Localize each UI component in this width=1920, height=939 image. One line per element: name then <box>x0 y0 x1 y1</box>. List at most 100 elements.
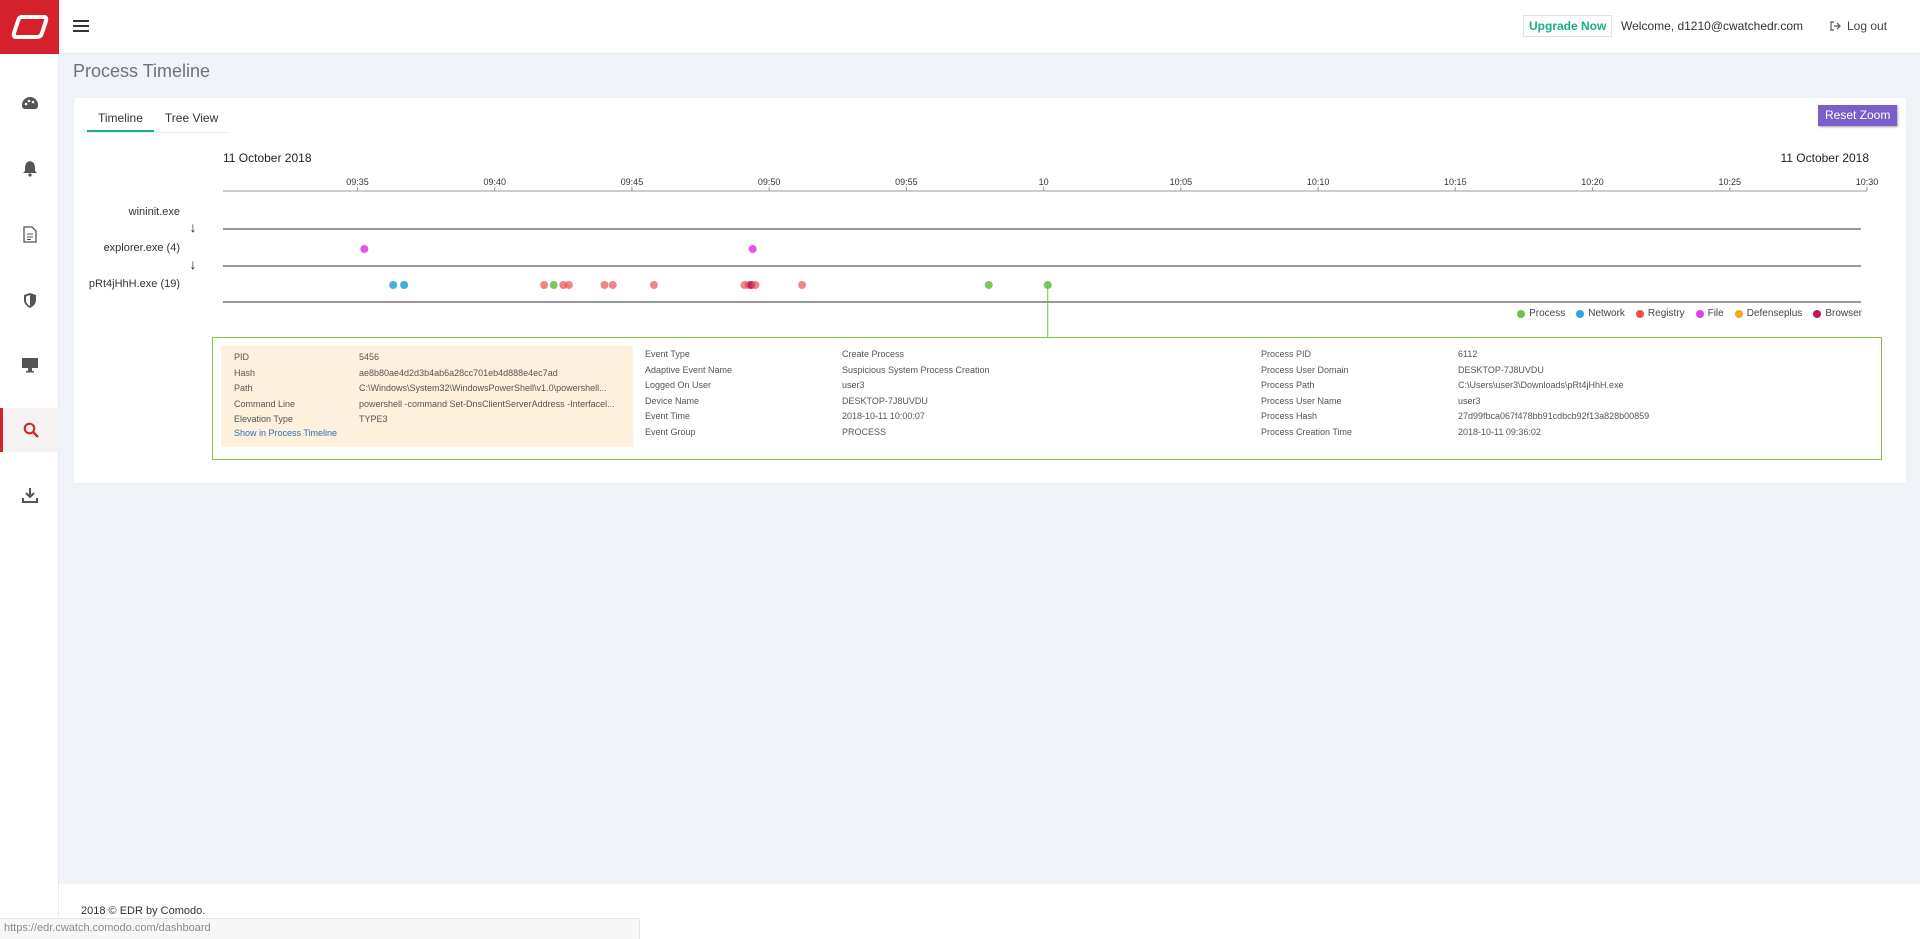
detail-value-link[interactable]: ae8b80ae4d2d3b4ab6a28cc701eb4d888e4ec7ad <box>359 366 558 382</box>
legend-item-network[interactable]: Network <box>1576 308 1625 319</box>
monitor-icon <box>21 358 38 373</box>
detail-row: Path C:\Windows\System32\WindowsPowerShel… <box>234 381 629 397</box>
detail-value: TYPE3 <box>359 414 388 424</box>
sidebar-item-devices[interactable] <box>0 343 59 387</box>
detail-key: Hash <box>234 367 256 378</box>
detail-row: Process Creation Time 2018-10-11 09:36:02 <box>1261 425 1821 441</box>
sidebar-item-alerts[interactable] <box>0 146 59 190</box>
legend-item-browser[interactable]: Browser <box>1813 308 1862 319</box>
detail-value: 6112 <box>1458 349 1478 359</box>
event-dot-process[interactable] <box>984 281 993 289</box>
detail-row: Device Name DESKTOP-7J8UVDU <box>645 394 1105 410</box>
event-details-panel: PID 5456 Hash ae8b80ae4d2d3b4ab6a28cc701eb4… <box>212 337 1882 460</box>
event-dot-file[interactable] <box>360 245 369 253</box>
detail-row: Event Time 2018-10-11 10:00:07 <box>645 409 1105 425</box>
legend-dot <box>1517 309 1526 318</box>
axis-tick-label: 09:35 <box>346 177 369 187</box>
detail-value: DESKTOP-7J8UVDU <box>1458 364 1544 375</box>
axis-tick-label: 09:45 <box>621 177 644 187</box>
axis-tick-label: 10:15 <box>1444 177 1467 187</box>
detail-key: Process User Name <box>1261 395 1342 406</box>
axis-tick-label: 09:55 <box>895 177 918 187</box>
footer-text: 2018 © EDR by Comodo. <box>81 905 206 917</box>
arrow-down-icon: ↓ <box>189 256 197 272</box>
detail-value-link[interactable]: C:\Users\user3\Downloads\pRt4jHhH.exe <box>1458 378 1624 394</box>
detail-value-link[interactable]: 27d99fbca067f478bb91cdbcb92f13a828b00859 <box>1458 409 1649 425</box>
event-dot-process[interactable] <box>549 281 558 289</box>
page-title: Process Timeline <box>73 61 211 81</box>
upgrade-now-button[interactable]: Upgrade Now <box>1523 15 1613 37</box>
event-dot-registry[interactable] <box>649 281 658 289</box>
detail-value: 2018-10-11 09:36:02 <box>1458 426 1541 437</box>
detail-row: Adaptive Event Name Suspicious System Pro… <box>645 363 1105 379</box>
axis-tick-label: 10:25 <box>1719 177 1742 187</box>
logout-button[interactable]: Log out <box>1830 19 1887 33</box>
legend-dot <box>1576 309 1585 318</box>
detail-key: Command Line <box>234 398 296 409</box>
legend-dot <box>1813 309 1822 318</box>
event-dot-registry[interactable] <box>600 281 609 289</box>
comodo-logo[interactable] <box>0 0 59 54</box>
detail-value: user3 <box>1458 395 1481 406</box>
axis-tick-label: 10:20 <box>1581 177 1604 187</box>
detail-key: Process Hash <box>1261 411 1318 421</box>
logo-icon <box>11 15 48 39</box>
legend-label: Defenseplus <box>1746 308 1803 319</box>
bell-icon <box>22 160 37 177</box>
event-dot-registry[interactable] <box>608 281 617 289</box>
detail-value: Suspicious System Process Creation <box>842 364 990 375</box>
legend-item-file[interactable]: File <box>1695 308 1724 319</box>
event-dot-registry[interactable] <box>798 281 807 289</box>
event-dot-registry[interactable] <box>540 281 549 289</box>
row-label-explorer: explorer.exe (4) <box>103 242 180 254</box>
axis-tick-label: 10 <box>1039 177 1049 187</box>
legend-item-registry[interactable]: Registry <box>1635 308 1685 319</box>
detail-row: Command Line powershell -command Set-DnsC… <box>234 397 629 413</box>
detail-row: Process User Domain DESKTOP-7J8UVDU <box>1261 363 1821 379</box>
detail-key: Adaptive Event Name <box>645 364 733 375</box>
show-in-process-timeline-link[interactable]: Show in Process Timeline <box>234 428 337 438</box>
detail-value: 2018-10-11 10:00:07 <box>842 411 925 421</box>
legend-label: Network <box>1588 308 1625 319</box>
logout-icon <box>1830 21 1841 31</box>
timeline-panel: Timeline Tree View Reset Zoom 11 October… <box>73 97 1907 484</box>
logout-label: Log out <box>1847 19 1888 33</box>
legend-item-process[interactable]: Process <box>1517 308 1565 319</box>
axis-tick-label: 09:40 <box>483 177 506 187</box>
top-bar: Upgrade Now Welcome, d1210@cwatchedr.com… <box>0 0 1920 54</box>
welcome-text: Welcome, d1210@cwatchedr.com <box>1621 19 1804 33</box>
detail-row: Hash ae8b80ae4d2d3b4ab6a28cc701eb4d888e4e… <box>234 366 629 382</box>
event-dot-network[interactable] <box>389 281 398 289</box>
legend-dot <box>1695 309 1704 318</box>
detail-row: PID 5456 <box>234 350 629 366</box>
axis-tick-label: 09:50 <box>758 177 781 187</box>
event-dot-network[interactable] <box>400 281 409 289</box>
sidebar-item-downloads[interactable] <box>0 473 59 517</box>
detail-key: Event Group <box>645 426 696 437</box>
event-dot-registry[interactable] <box>751 281 760 289</box>
arrow-down-icon: ↓ <box>189 219 197 235</box>
legend-item-defenseplus[interactable]: Defenseplus <box>1734 308 1803 319</box>
menu-toggle-icon[interactable] <box>73 17 89 37</box>
event-dot-registry[interactable] <box>564 281 573 289</box>
palette-icon <box>21 97 38 109</box>
event-details: Event Type Create Process Adaptive Event N… <box>645 347 1105 440</box>
document-icon <box>22 225 37 243</box>
detail-value-link[interactable]: DESKTOP-7J8UVDU <box>842 394 928 410</box>
detail-key: Process Creation Time <box>1261 426 1353 437</box>
detail-value: Create Process <box>842 349 905 359</box>
detail-value: powershell -command Set-DnsClientServerA… <box>359 398 615 409</box>
legend-label: Process <box>1529 308 1566 319</box>
detail-row: Process Path C:\Users\user3\Downloads\pRt… <box>1261 378 1821 394</box>
row-label-prt4jhhh: pRt4jHhH.exe (19) <box>88 278 180 290</box>
detail-value-link[interactable]: C:\Windows\System32\WindowsPowerShell\v1… <box>359 381 607 397</box>
detail-key: Process User Domain <box>1261 364 1349 375</box>
detail-value: PROCESS <box>842 426 887 437</box>
event-dot-file[interactable] <box>748 245 757 253</box>
detail-key: Event Time <box>645 411 691 421</box>
event-dot-process[interactable] <box>1043 281 1052 289</box>
sidebar-item-investigation[interactable] <box>0 408 59 452</box>
timeline-chart[interactable]: 09:35 09:40 09:45 09:50 09:55 10 10:05 10:10 10:… <box>74 98 1908 338</box>
detail-key: Logged On User <box>645 380 712 390</box>
sidebar-item-dashboard[interactable] <box>0 82 59 126</box>
